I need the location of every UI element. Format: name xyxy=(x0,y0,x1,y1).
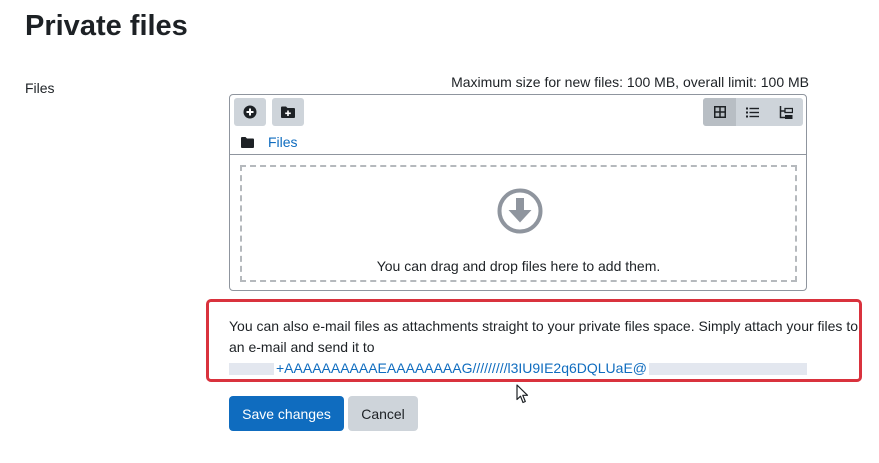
page-title: Private files xyxy=(25,10,188,42)
divider xyxy=(230,154,806,155)
email-files-notice: You can also e-mail files as attachments… xyxy=(206,299,862,382)
download-arrow-icon xyxy=(497,188,543,234)
list-view-button[interactable] xyxy=(736,98,769,126)
notice-text: You can also e-mail files as attachments… xyxy=(229,318,859,355)
tree-view-button[interactable] xyxy=(769,98,802,126)
drop-zone[interactable]: You can drag and drop files here to add … xyxy=(240,165,797,282)
grid-icon xyxy=(713,106,726,118)
file-manager: Files You can drag and drop files here t… xyxy=(229,94,807,291)
folder-icon xyxy=(241,136,254,148)
folder-plus-icon xyxy=(281,106,295,118)
save-changes-button[interactable]: Save changes xyxy=(229,396,344,431)
email-address-link[interactable]: +AAAAAAAAAAEAAAAAAAAG/////////l3IU9IE2q6… xyxy=(276,358,647,379)
breadcrumb-files-link[interactable]: Files xyxy=(268,134,298,150)
list-icon xyxy=(746,107,759,117)
mouse-cursor-icon xyxy=(516,384,529,404)
create-folder-button[interactable] xyxy=(272,98,304,126)
add-file-button[interactable] xyxy=(234,98,266,126)
plus-circle-icon xyxy=(243,105,257,119)
icon-view-button[interactable] xyxy=(703,98,736,126)
cancel-button[interactable]: Cancel xyxy=(348,396,418,431)
view-switcher xyxy=(703,98,803,126)
redacted-block xyxy=(229,362,274,375)
files-field-label: Files xyxy=(25,80,55,96)
redacted-block xyxy=(649,362,807,375)
drop-zone-text: You can drag and drop files here to add … xyxy=(376,258,661,274)
tree-icon xyxy=(779,105,793,119)
file-size-limits: Maximum size for new files: 100 MB, over… xyxy=(451,74,809,90)
breadcrumb: Files xyxy=(241,133,298,151)
